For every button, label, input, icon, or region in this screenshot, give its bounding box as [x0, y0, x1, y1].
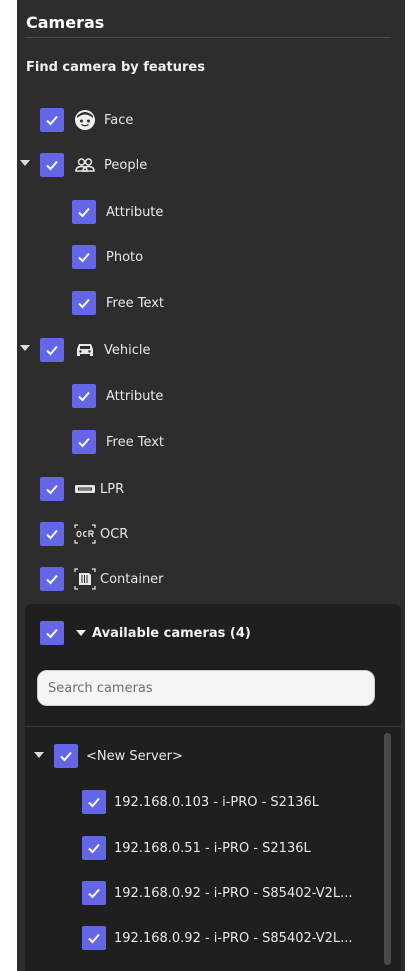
ocr-icon [74, 523, 96, 545]
collapse-arrow-icon[interactable] [76, 630, 86, 636]
subfeature-label: Attribute [106, 388, 164, 404]
people-icon [74, 154, 96, 176]
subfeature-label: Photo [106, 249, 144, 265]
check-icon [46, 574, 58, 585]
feature-label: Vehicle [104, 342, 151, 358]
people-checkbox[interactable] [40, 153, 64, 177]
check-icon [88, 797, 100, 808]
vehicle-free-text-checkbox[interactable] [72, 430, 96, 454]
people-free-text-row[interactable]: Free Text [72, 289, 164, 317]
feature-label: LPR [100, 481, 125, 497]
ocr-checkbox[interactable] [40, 522, 64, 546]
check-icon [78, 298, 90, 309]
check-icon [60, 751, 72, 762]
camera-row[interactable]: 192.168.0.92 - i-PRO - S85402-V2L... [82, 924, 353, 952]
server-row[interactable]: <New Server> [54, 742, 183, 770]
check-icon [88, 843, 100, 854]
check-icon [78, 437, 90, 448]
face-checkbox[interactable] [40, 108, 64, 132]
expand-arrow-icon[interactable] [20, 345, 30, 351]
vehicle-checkbox[interactable] [40, 338, 64, 362]
check-icon [46, 484, 58, 495]
feature-label: Container [100, 571, 164, 587]
check-icon [88, 933, 100, 944]
check-icon [78, 391, 90, 402]
camera-label: 192.168.0.51 - i-PRO - S2136L [114, 840, 311, 856]
camera-checkbox[interactable] [82, 926, 106, 950]
camera-label: 192.168.0.92 - i-PRO - S85402-V2L... [114, 930, 353, 946]
server-checkbox[interactable] [54, 744, 78, 768]
feature-label: People [104, 157, 148, 173]
server-label: <New Server> [86, 748, 183, 764]
camera-label: 192.168.0.92 - i-PRO - S85402-V2L... [114, 885, 353, 901]
people-attribute-checkbox[interactable] [72, 200, 96, 224]
available-cameras-checkbox[interactable] [40, 621, 64, 645]
tree-scrollbar[interactable] [384, 733, 391, 965]
feature-label: OCR [100, 526, 129, 542]
panel-title: Cameras [26, 13, 105, 32]
vehicle-free-text-row[interactable]: Free Text [72, 428, 164, 456]
check-icon [88, 888, 100, 899]
available-cameras-title: Available cameras (4) [92, 625, 251, 641]
camera-checkbox[interactable] [82, 881, 106, 905]
feature-people-row[interactable]: People [40, 151, 147, 179]
check-icon [78, 207, 90, 218]
camera-checkbox[interactable] [82, 790, 106, 814]
vehicle-attribute-row[interactable]: Attribute [72, 382, 163, 410]
container-checkbox[interactable] [40, 567, 64, 591]
check-icon [46, 529, 58, 540]
check-icon [46, 115, 58, 126]
camera-checkbox[interactable] [82, 836, 106, 860]
cameras-panel: Cameras Find camera by features Face Peo… [17, 0, 405, 971]
camera-label: 192.168.0.103 - i-PRO - S2136L [114, 794, 320, 810]
face-icon [74, 109, 96, 131]
expand-arrow-icon[interactable] [34, 752, 44, 758]
container-icon [74, 568, 96, 590]
people-free-text-checkbox[interactable] [72, 291, 96, 315]
camera-row[interactable]: 192.168.0.92 - i-PRO - S85402-V2L... [82, 879, 353, 907]
people-photo-row[interactable]: Photo [72, 243, 143, 271]
vehicle-icon [74, 339, 96, 361]
title-divider [25, 37, 391, 38]
available-cameras-header[interactable]: Available cameras (4) [40, 619, 251, 647]
features-heading: Find camera by features [26, 60, 205, 75]
feature-lpr-row[interactable]: LPR [40, 475, 124, 503]
check-icon [78, 252, 90, 263]
license-plate-icon [74, 478, 96, 500]
people-attribute-row[interactable]: Attribute [72, 198, 163, 226]
feature-vehicle-row[interactable]: Vehicle [40, 336, 151, 364]
feature-face-row[interactable]: Face [40, 106, 133, 134]
subfeature-label: Attribute [106, 204, 164, 220]
camera-row[interactable]: 192.168.0.103 - i-PRO - S2136L [82, 788, 319, 816]
search-cameras-input[interactable] [37, 670, 375, 706]
people-photo-checkbox[interactable] [72, 245, 96, 269]
feature-ocr-row[interactable]: OCR [40, 520, 128, 548]
feature-container-row[interactable]: Container [40, 565, 164, 593]
vehicle-attribute-checkbox[interactable] [72, 384, 96, 408]
check-icon [46, 160, 58, 171]
subfeature-label: Free Text [106, 434, 165, 450]
camera-row[interactable]: 192.168.0.51 - i-PRO - S2136L [82, 834, 311, 862]
check-icon [46, 345, 58, 356]
expand-arrow-icon[interactable] [20, 160, 30, 166]
check-icon [46, 628, 58, 639]
subfeature-label: Free Text [106, 295, 165, 311]
lpr-checkbox[interactable] [40, 477, 64, 501]
feature-label: Face [104, 112, 134, 128]
